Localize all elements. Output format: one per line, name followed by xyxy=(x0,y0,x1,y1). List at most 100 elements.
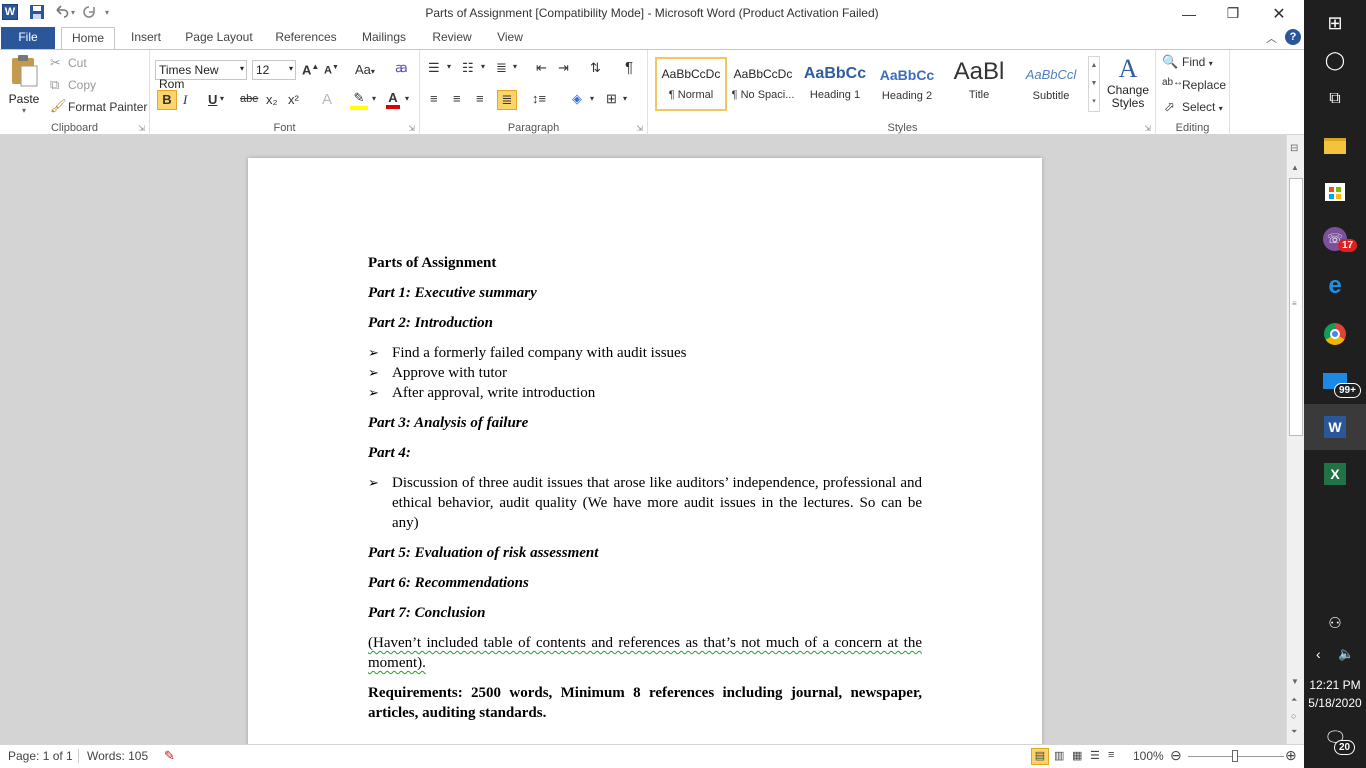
word-taskbar-button[interactable]: W xyxy=(1304,404,1366,450)
word-count[interactable]: Words: 105 xyxy=(87,749,148,763)
align-left-icon[interactable]: ≡ xyxy=(430,91,438,106)
change-styles-button[interactable]: A Change Styles xyxy=(1104,54,1152,116)
page-count[interactable]: Page: 1 of 1 xyxy=(8,749,73,763)
underline-button[interactable]: U xyxy=(208,92,217,107)
tab-view[interactable]: View xyxy=(490,27,530,49)
borders-icon[interactable]: ⊞ xyxy=(606,91,617,107)
shading-icon[interactable]: ◈ xyxy=(572,91,582,107)
font-size-field[interactable]: 12 ▾ xyxy=(252,60,296,80)
grow-font-button[interactable]: A▲ xyxy=(302,62,319,77)
restore-button[interactable]: ❐ xyxy=(1210,0,1256,27)
clear-formatting-icon[interactable]: ꜳ xyxy=(395,60,408,76)
zoom-out-icon[interactable]: ⊖ xyxy=(1170,747,1182,764)
sort-icon[interactable]: ⇅ xyxy=(590,60,601,76)
outline-icon[interactable]: ☰ xyxy=(1090,749,1100,762)
strikethrough-button[interactable]: abe xyxy=(240,93,258,105)
style-heading-1[interactable]: AaBbCc Heading 1 xyxy=(799,57,871,111)
ruler-toggle-icon[interactable]: ⊟ xyxy=(1290,143,1298,154)
numbering-icon[interactable]: ☷ xyxy=(462,60,474,76)
proofing-icon[interactable]: ✎ xyxy=(164,748,175,764)
full-screen-reading-icon[interactable]: ▥ xyxy=(1054,749,1064,762)
select-browse-object-icon[interactable]: ○ xyxy=(1291,711,1296,721)
underline-dropdown-icon[interactable]: ▾ xyxy=(220,94,224,103)
bold-button[interactable]: B xyxy=(157,90,177,110)
draft-icon[interactable]: ≡ xyxy=(1108,749,1114,761)
styles-launcher-icon[interactable]: ⇲ xyxy=(1144,124,1151,133)
excel-taskbar-button[interactable]: X xyxy=(1304,451,1366,497)
zoom-slider-thumb[interactable] xyxy=(1232,750,1238,762)
text-effects-icon[interactable]: A xyxy=(322,91,332,108)
numbering-dropdown-icon[interactable]: ▾ xyxy=(481,62,485,71)
style-title[interactable]: AaBl Title xyxy=(943,57,1015,111)
replace-button[interactable]: Replace xyxy=(1182,78,1226,92)
web-layout-icon[interactable]: ▦ xyxy=(1072,749,1082,762)
close-button[interactable]: ✕ xyxy=(1256,0,1302,27)
decrease-indent-icon[interactable]: ⇤ xyxy=(536,60,547,76)
show-hidden-icons[interactable]: ‹ xyxy=(1316,646,1321,662)
scroll-thumb[interactable]: ≡ xyxy=(1289,178,1303,436)
mail-button[interactable]: 99+ xyxy=(1304,358,1366,404)
shrink-font-button[interactable]: A▼ xyxy=(324,64,339,77)
multilevel-list-icon[interactable]: ≣ xyxy=(496,60,507,76)
paste-button[interactable]: Paste ▾ xyxy=(6,54,42,118)
change-case-button[interactable]: Aa▾ xyxy=(355,62,375,77)
print-layout-icon[interactable]: ▤ xyxy=(1031,748,1049,765)
align-center-icon[interactable]: ≡ xyxy=(453,91,461,106)
style-normal[interactable]: AaBbCcDc ¶ Normal xyxy=(655,57,727,111)
tab-home[interactable]: Home xyxy=(61,27,115,50)
clock-time[interactable]: 12:21 PM xyxy=(1304,678,1366,692)
select-button[interactable]: Select ▾ xyxy=(1182,100,1223,114)
justify-icon[interactable]: ≣ xyxy=(497,90,517,110)
borders-dropdown-icon[interactable]: ▾ xyxy=(623,94,627,103)
copy-button[interactable]: Copy xyxy=(68,78,96,92)
style-heading-2[interactable]: AaBbCc Heading 2 xyxy=(871,57,943,111)
bullets-dropdown-icon[interactable]: ▾ xyxy=(447,62,451,71)
viber-button[interactable]: ☏ 17 xyxy=(1304,216,1366,262)
store-button[interactable] xyxy=(1304,169,1366,215)
tab-review[interactable]: Review xyxy=(426,27,478,49)
zoom-in-icon[interactable]: ⊕ xyxy=(1285,747,1297,764)
previous-page-icon[interactable]: ⏶ xyxy=(1291,695,1297,705)
tab-page-layout[interactable]: Page Layout xyxy=(180,27,258,49)
zoom-level[interactable]: 100% xyxy=(1133,749,1164,763)
tab-insert[interactable]: Insert xyxy=(122,27,170,49)
highlight-dropdown-icon[interactable]: ▾ xyxy=(372,94,376,103)
collapse-ribbon-icon[interactable]: ︿ xyxy=(1266,30,1277,46)
style-subtitle[interactable]: AaBbCcl Subtitle xyxy=(1015,57,1087,111)
style-no-spacing[interactable]: AaBbCcDc ¶ No Spaci... xyxy=(727,57,799,111)
tab-references[interactable]: References xyxy=(270,27,342,49)
font-color-icon[interactable]: A xyxy=(386,90,400,109)
clock-date[interactable]: 5/18/2020 xyxy=(1304,696,1366,710)
line-spacing-icon[interactable]: ↕≡ xyxy=(532,91,546,106)
italic-button[interactable]: I xyxy=(183,92,187,108)
help-icon[interactable]: ? xyxy=(1285,29,1301,45)
highlight-icon[interactable]: ✎ xyxy=(350,90,368,110)
format-painter-button[interactable]: Format Painter xyxy=(68,100,147,114)
volume-icon[interactable]: 🔈 xyxy=(1338,646,1354,662)
tab-mailings[interactable]: Mailings xyxy=(356,27,412,49)
subscript-button[interactable]: x₂ xyxy=(266,92,278,107)
styles-gallery-scroll[interactable]: ▲ ▼ ▾ xyxy=(1088,56,1100,112)
superscript-button[interactable]: x² xyxy=(288,92,299,107)
find-button[interactable]: Find ▾ xyxy=(1182,55,1213,69)
minimize-button[interactable]: — xyxy=(1166,0,1212,27)
document-body[interactable]: Parts of Assignment Part 1: Executive su… xyxy=(368,253,922,733)
people-button[interactable]: ⚇ xyxy=(1304,600,1366,646)
scroll-up-icon[interactable]: ▲ xyxy=(1291,163,1299,172)
paragraph-launcher-icon[interactable]: ⇲ xyxy=(636,124,643,133)
scroll-down-icon[interactable]: ▼ xyxy=(1291,677,1299,686)
task-view-button[interactable]: ⧉ xyxy=(1304,76,1366,122)
increase-indent-icon[interactable]: ⇥ xyxy=(558,60,569,76)
tab-file[interactable]: File xyxy=(1,27,55,49)
font-launcher-icon[interactable]: ⇲ xyxy=(408,124,415,133)
edge-button[interactable]: e xyxy=(1304,263,1366,309)
clipboard-launcher-icon[interactable]: ⇲ xyxy=(138,124,145,133)
bullets-icon[interactable]: ☰ xyxy=(428,60,440,76)
file-explorer-button[interactable] xyxy=(1304,123,1366,169)
align-right-icon[interactable]: ≡ xyxy=(476,91,484,106)
vertical-scrollbar[interactable]: ⊟ ▲ ≡ ▼ ⏶ ○ ⏷ xyxy=(1286,135,1304,744)
show-formatting-button[interactable]: ¶ xyxy=(625,59,633,76)
shading-dropdown-icon[interactable]: ▾ xyxy=(590,94,594,103)
cut-button[interactable]: Cut xyxy=(68,56,87,70)
font-color-dropdown-icon[interactable]: ▾ xyxy=(405,94,409,103)
